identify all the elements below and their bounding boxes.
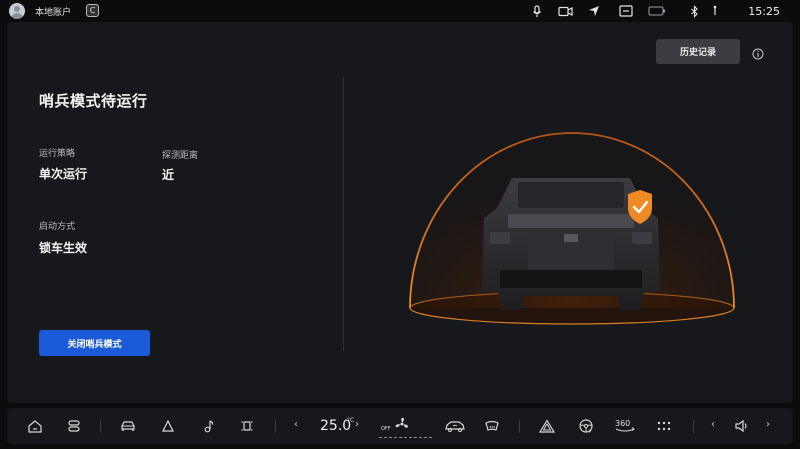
signal-icon <box>711 4 719 18</box>
camera-360-label: 360 <box>615 419 630 428</box>
volume-icon[interactable] <box>733 417 751 435</box>
camera-icon[interactable] <box>558 4 573 18</box>
location-arrow-icon[interactable] <box>588 4 600 18</box>
dock-separator <box>100 420 101 433</box>
distance-label: 探测距离 <box>162 151 199 161</box>
volume-down-button[interactable]: ‹ <box>711 419 715 430</box>
bottom-dock: ‹ 25.0 °C › OFF P 360 ‹ › <box>7 408 793 444</box>
temp-up-button[interactable]: › <box>355 419 359 430</box>
temp-down-button[interactable]: ‹ <box>294 419 298 430</box>
screen-icon[interactable] <box>619 4 633 18</box>
strategy-value[interactable]: 单次运行 <box>39 165 87 182</box>
close-sentry-button[interactable]: 关闭哨兵模式 <box>39 330 150 356</box>
start-mode-value[interactable]: 锁车生效 <box>39 239 87 256</box>
defrost-icon[interactable] <box>483 417 501 435</box>
clock: 15:25 <box>748 5 780 18</box>
volume-up-button[interactable]: › <box>766 419 770 430</box>
fan-icon[interactable] <box>393 415 411 433</box>
avatar-icon[interactable] <box>9 3 25 19</box>
svg-text:P: P <box>589 429 592 434</box>
app-icon[interactable]: C <box>86 4 99 17</box>
vehicle-settings-icon[interactable] <box>238 417 256 435</box>
car-air-icon[interactable] <box>444 417 466 435</box>
music-icon[interactable] <box>199 417 217 435</box>
sentry-dome-illustration <box>409 132 735 325</box>
temperature-unit: °C <box>347 417 355 424</box>
steering-wheel-icon[interactable]: P <box>577 417 595 435</box>
divider <box>343 77 344 351</box>
home-icon[interactable] <box>26 417 44 435</box>
info-icon[interactable] <box>752 45 764 60</box>
car-icon[interactable] <box>119 417 137 435</box>
page-title: 哨兵模式待运行 <box>39 92 148 110</box>
history-button[interactable]: 历史记录 <box>656 39 740 64</box>
camera-360-icon[interactable]: 360 <box>613 417 637 435</box>
fan-underline <box>379 437 432 438</box>
battery-icon <box>648 4 666 18</box>
fan-state: OFF <box>381 426 391 432</box>
account-name[interactable]: 本地账户 <box>35 5 71 18</box>
bluetooth-icon[interactable] <box>690 4 699 18</box>
dock-separator <box>693 420 694 433</box>
apps-grid-icon[interactable] <box>655 417 673 435</box>
status-bar: 本地账户 C 15:25 <box>0 0 800 22</box>
screen: 本地账户 C 15:25 历史记录 哨兵模式待运行 运行策略 单次运行 探测距离… <box>0 0 800 449</box>
dock-separator <box>519 420 520 433</box>
dock-separator <box>275 420 276 433</box>
microphone-icon[interactable] <box>532 4 542 18</box>
distance-value[interactable]: 近 <box>162 166 174 183</box>
strategy-label: 运行策略 <box>39 149 76 159</box>
warning-icon[interactable] <box>538 417 556 435</box>
navigation-icon[interactable] <box>159 417 177 435</box>
switch-icon[interactable] <box>65 417 83 435</box>
start-mode-label: 启动方式 <box>39 222 76 232</box>
